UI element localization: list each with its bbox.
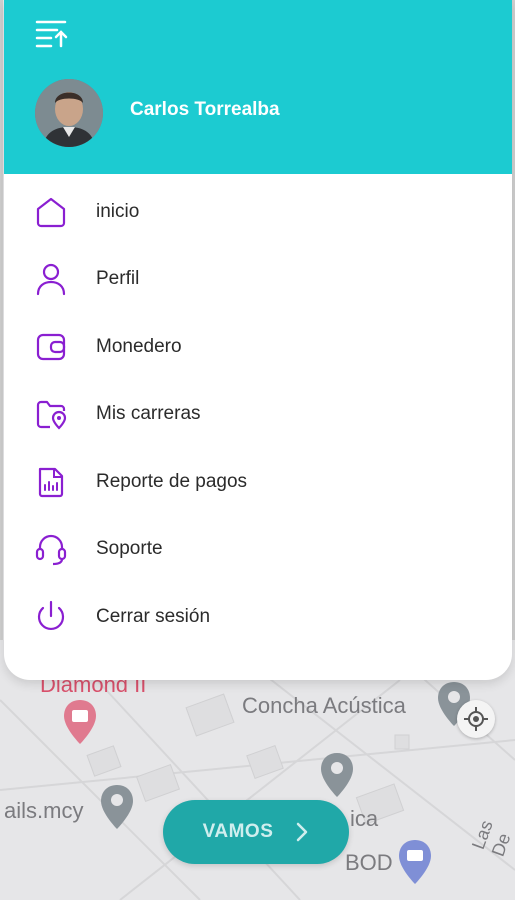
report-icon [32, 463, 70, 501]
map-place-concha: Concha Acústica [242, 693, 406, 718]
menu-item-mis-carreras[interactable]: Mis carreras [4, 384, 512, 444]
menu-item-label: Mis carreras [96, 403, 201, 424]
menu-item-label: Reporte de pagos [96, 471, 248, 492]
menu-item-soporte[interactable]: Soporte [4, 519, 512, 579]
headset-icon [32, 530, 70, 568]
map-place-ica: ica [350, 806, 379, 831]
crosshair-icon [464, 707, 488, 731]
home-icon [32, 193, 70, 231]
go-button[interactable]: VAMOS [163, 800, 349, 864]
menu-item-cerrar-sesion[interactable]: Cerrar sesión [4, 587, 512, 647]
avatar[interactable] [35, 79, 103, 147]
map-pin-gray-icon[interactable] [319, 751, 355, 799]
menu-item-label: Perfil [96, 268, 140, 289]
map-place-mails: ails.mcy [4, 798, 84, 823]
go-button-label: VAMOS [202, 821, 274, 842]
map-place-bod: BOD [345, 850, 393, 875]
map-pin-red-icon[interactable] [62, 698, 98, 746]
menu-item-perfil[interactable]: Perfil [4, 249, 512, 309]
menu-item-label: Soporte [96, 538, 163, 559]
navigation-drawer: Carlos Torrealba inicio Perfil Monedero … [4, 0, 512, 680]
menu-collapse-icon [35, 20, 68, 48]
drawer-header: Carlos Torrealba [4, 0, 512, 174]
menu-item-label: Monedero [96, 336, 182, 357]
chevron-right-icon [297, 822, 308, 842]
menu-item-monedero[interactable]: Monedero [4, 317, 512, 377]
power-icon [32, 598, 70, 636]
menu-item-label: Cerrar sesión [96, 606, 211, 627]
user-photo [35, 79, 103, 147]
wallet-icon [32, 328, 70, 366]
user-name: Carlos Torrealba [130, 99, 280, 120]
folder-location-icon [32, 395, 70, 433]
map-pin-bank-icon[interactable] [397, 838, 433, 886]
menu-item-label: inicio [96, 201, 140, 222]
map-pin-gray-icon[interactable] [99, 783, 135, 831]
user-icon [32, 260, 70, 298]
menu-toggle-button[interactable] [32, 16, 72, 52]
menu-item-inicio[interactable]: inicio [4, 182, 512, 242]
my-location-button[interactable] [457, 700, 495, 738]
menu-item-reporte-de-pagos[interactable]: Reporte de pagos [4, 452, 512, 512]
